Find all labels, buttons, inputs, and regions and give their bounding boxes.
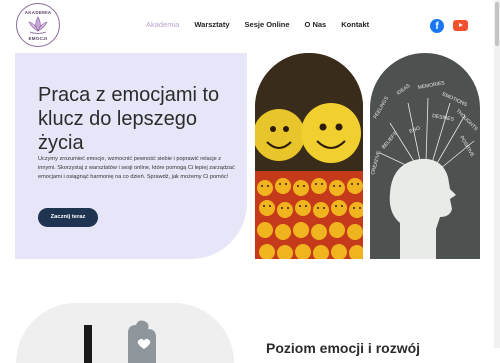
facebook-icon[interactable]: f	[430, 19, 444, 33]
nav-item-warsztaty[interactable]: Warsztaty	[194, 20, 229, 29]
hero-title: Praca z emocjami to klucz do lepszego ży…	[38, 84, 220, 154]
social-links: f	[430, 19, 468, 33]
site-header: AKADEMIA EMOCJI Akademia Warsztaty Sesje…	[0, 0, 500, 52]
hero-description: Uczymy zrozumieć emocje, wzmocnić pewnoś…	[38, 156, 235, 180]
nav-item-kontakt[interactable]: Kontakt	[341, 20, 369, 29]
nav-item-o-nas[interactable]: O Nas	[305, 20, 327, 29]
mind-chalkboard-image: FEELINGS IDEAS MEMORIES EMOTIONS THOUGHT…	[370, 53, 480, 259]
lotus-icon	[28, 16, 48, 34]
logo-text-bottom: EMOCJI	[28, 36, 48, 41]
nav-item-sesje-online[interactable]: Sesje Online	[245, 20, 290, 29]
section-heading: Poziom emocji i rozwój	[266, 340, 421, 356]
scrollbar[interactable]	[494, 0, 500, 348]
nav-item-akademia[interactable]: Akademia	[146, 20, 179, 29]
main-nav: Akademia Warsztaty Sesje Online O Nas Ko…	[146, 20, 384, 29]
youtube-icon[interactable]	[453, 20, 468, 31]
start-now-button[interactable]: Zacznij teraz	[38, 208, 98, 227]
lower-image-card	[16, 303, 234, 363]
emoji-balls-image	[255, 53, 363, 259]
brand-logo[interactable]: AKADEMIA EMOCJI	[16, 3, 60, 47]
hero-card: Praca z emocjami to klucz do lepszego ży…	[15, 53, 247, 259]
scrollbar-thumb[interactable]	[495, 2, 499, 46]
